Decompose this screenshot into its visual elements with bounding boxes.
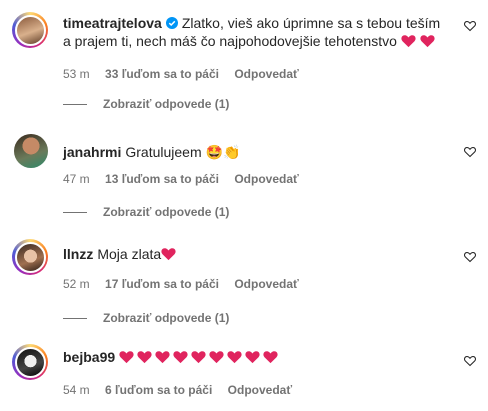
- verified-badge-icon: [165, 17, 178, 29]
- comment-body: timeatrajtelova Zlatko, vieš ako úprimne …: [63, 14, 448, 50]
- comment-body: janahrmi Gratulujeem 🤩👏: [63, 143, 448, 162]
- view-replies-label: Zobraziť odpovede (1): [103, 205, 230, 219]
- likes-count[interactable]: 6 ľuďom sa to páči: [105, 383, 212, 397]
- avatar[interactable]: [12, 239, 48, 275]
- like-heart-icon[interactable]: [464, 251, 476, 263]
- like-heart-icon[interactable]: [464, 146, 476, 158]
- timestamp: 47 m: [63, 172, 90, 186]
- likes-count[interactable]: 33 ľuďom sa to páči: [105, 67, 219, 81]
- timestamp: 52 m: [63, 277, 90, 291]
- heart-emoji-icon: [173, 351, 188, 364]
- comment-meta: 53 m 33 ľuďom sa to páči Odpovedať: [63, 67, 311, 81]
- heart-emoji-icon: [263, 351, 278, 364]
- view-replies-button[interactable]: Zobraziť odpovede (1): [63, 97, 229, 111]
- comment-meta: 52 m 17 ľuďom sa to páči Odpovedať: [63, 277, 311, 291]
- comment-body: bejba99: [63, 348, 448, 366]
- view-replies-button[interactable]: Zobraziť odpovede (1): [63, 311, 229, 325]
- likes-count[interactable]: 13 ľuďom sa to páči: [105, 172, 219, 186]
- comment-meta: 47 m 13 ľuďom sa to páči Odpovedať: [63, 172, 311, 186]
- heart-emoji-icon: [137, 351, 152, 364]
- heart-emoji-icon: [191, 351, 206, 364]
- reply-button[interactable]: Odpovedať: [234, 277, 298, 291]
- timestamp: 54 m: [63, 383, 90, 397]
- like-heart-icon[interactable]: [464, 355, 476, 367]
- likes-count[interactable]: 17 ľuďom sa to páči: [105, 277, 219, 291]
- username[interactable]: janahrmi: [63, 144, 121, 160]
- like-heart-icon[interactable]: [464, 20, 476, 32]
- timestamp: 53 m: [63, 67, 90, 81]
- reply-button[interactable]: Odpovedať: [228, 383, 292, 397]
- heart-emoji-icon: [227, 351, 242, 364]
- emoji: 🤩👏: [205, 145, 241, 161]
- username[interactable]: bejba99: [63, 349, 115, 365]
- reply-button[interactable]: Odpovedať: [234, 172, 298, 186]
- heart-emoji-icon: [209, 351, 224, 364]
- heart-emoji-icon: [401, 35, 416, 48]
- divider: [63, 104, 87, 106]
- comment-meta: 54 m 6 ľuďom sa to páči Odpovedať: [63, 383, 304, 397]
- reply-button[interactable]: Odpovedať: [234, 67, 298, 81]
- heart-emoji-icon: [245, 351, 260, 364]
- comment-text: Moja zlata: [97, 246, 162, 262]
- heart-emoji-row: [119, 349, 281, 365]
- heart-emoji-icon: [420, 35, 435, 48]
- divider: [63, 212, 87, 214]
- view-replies-label: Zobraziť odpovede (1): [103, 97, 230, 111]
- comment-text: Gratulujeem: [125, 144, 202, 160]
- comment-body: llnzz Moja zlata: [63, 245, 448, 263]
- avatar[interactable]: [14, 134, 48, 168]
- heart-emoji-icon: [155, 351, 170, 364]
- heart-emoji-icon: [161, 248, 176, 261]
- username[interactable]: llnzz: [63, 246, 93, 262]
- view-replies-button[interactable]: Zobraziť odpovede (1): [63, 205, 229, 219]
- avatar[interactable]: [12, 344, 48, 380]
- view-replies-label: Zobraziť odpovede (1): [103, 311, 230, 325]
- divider: [63, 318, 87, 320]
- heart-emoji-icon: [119, 351, 134, 364]
- avatar[interactable]: [12, 12, 48, 48]
- username[interactable]: timeatrajtelova: [63, 15, 162, 31]
